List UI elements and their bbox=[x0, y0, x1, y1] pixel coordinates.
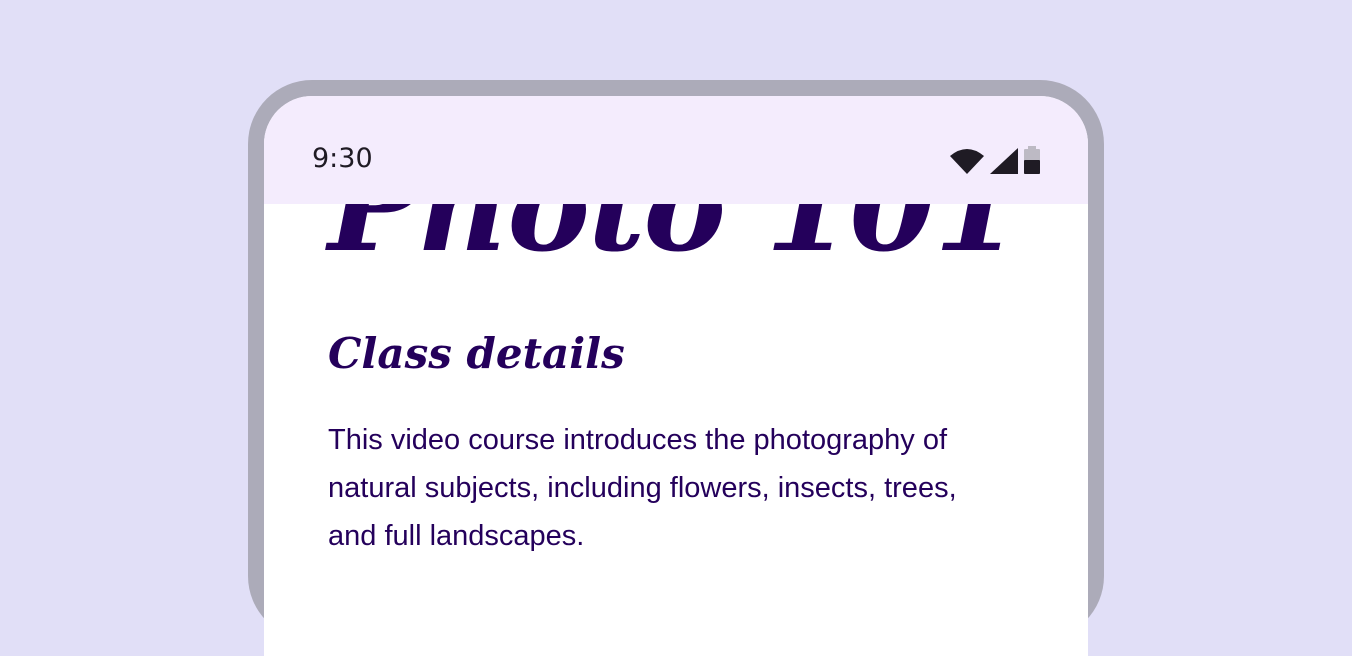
battery-icon bbox=[1024, 146, 1040, 178]
device-frame: 9:30 Photo 101 Class details This video … bbox=[248, 80, 1104, 656]
device-screen: 9:30 Photo 101 Class details This video … bbox=[264, 96, 1088, 656]
cellular-signal-icon bbox=[990, 148, 1018, 178]
status-time: 9:30 bbox=[312, 143, 373, 174]
class-details-heading: Class details bbox=[328, 329, 625, 378]
status-icons bbox=[950, 146, 1040, 178]
status-bar: 9:30 bbox=[264, 96, 1088, 204]
class-details-description: This video course introduces the photogr… bbox=[328, 424, 957, 552]
wifi-icon bbox=[950, 148, 984, 178]
